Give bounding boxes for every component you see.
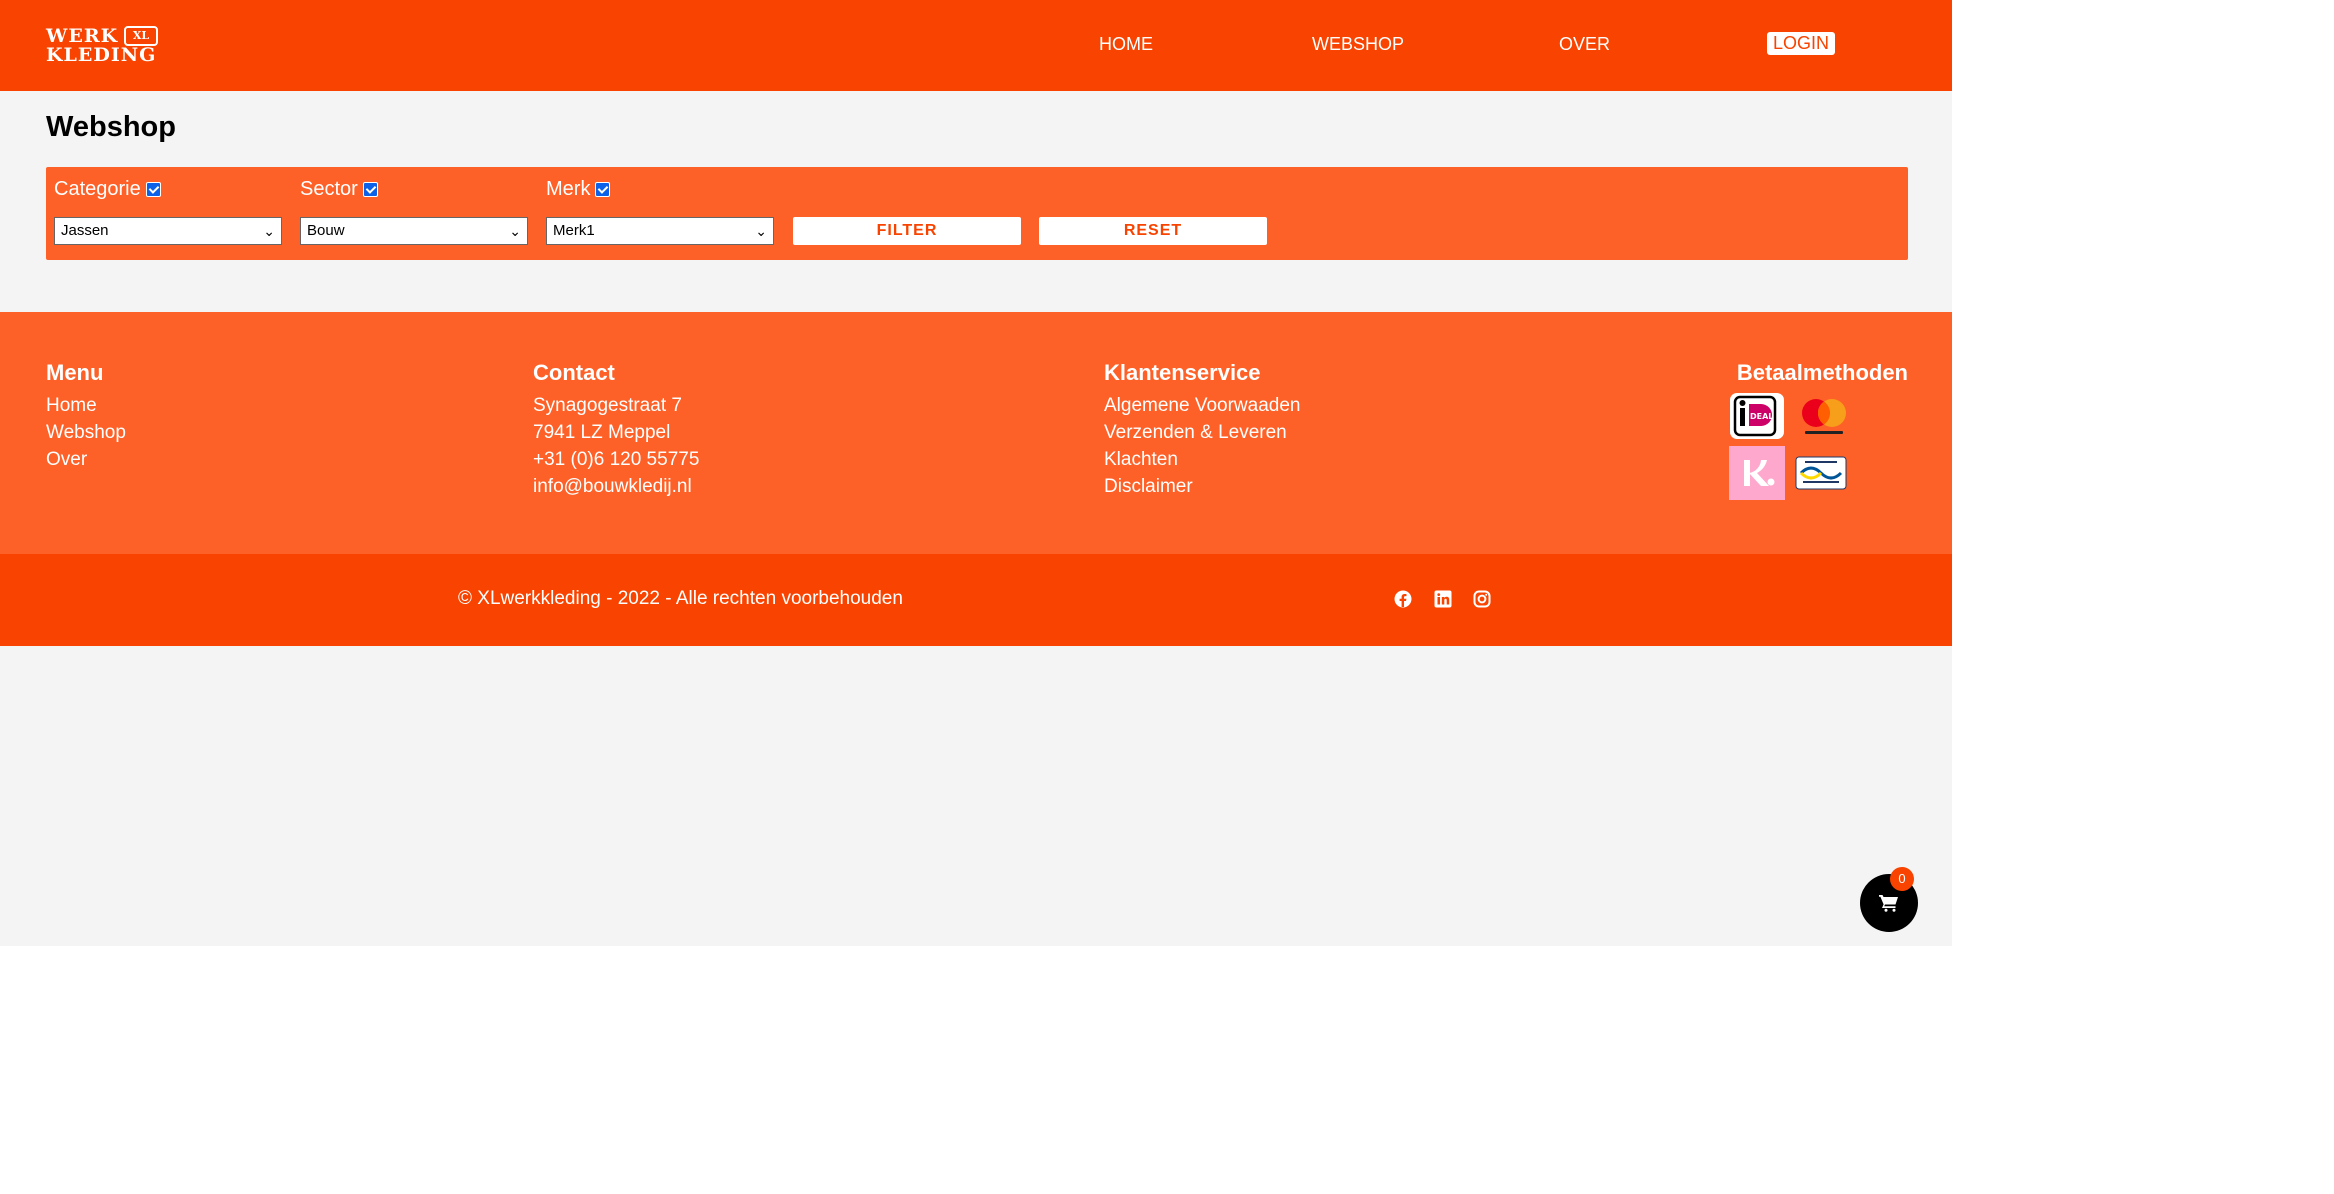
cart-count-badge: 0 (1890, 867, 1914, 891)
app-root: WERK XL KLEDING HOME WEBSHOP OVER LOGIN … (0, 0, 1952, 946)
mastercard-icon (1802, 399, 1846, 434)
footer-menu-title: Menu (46, 360, 104, 385)
footer-link-verzenden[interactable]: Verzenden & Leveren (1104, 419, 1300, 446)
filter-sector-text: Sector (300, 178, 358, 200)
footer-link-disclaimer[interactable]: Disclaimer (1104, 473, 1300, 500)
categorie-select[interactable]: Jassen ⌄ (54, 217, 282, 245)
logo-line-2: KLEDING (46, 44, 157, 66)
copyright-text: © XLwerkkleding - 2022 - Alle rechten vo… (458, 588, 903, 609)
footer-klantenservice-title: Klantenservice (1104, 360, 1261, 385)
bancontact-icon (1795, 456, 1847, 490)
nav-webshop-link[interactable]: WEBSHOP (1312, 34, 1404, 55)
contact-postcode: 7941 LZ Meppel (533, 422, 671, 443)
filter-categorie-label: Categorie (54, 178, 161, 201)
filter-categorie-checkbox[interactable] (145, 182, 161, 197)
nav-home-link[interactable]: HOME (1099, 34, 1153, 55)
footer-link-klachten[interactable]: Klachten (1104, 446, 1300, 473)
footer-betaalmethoden-title: Betaalmethoden (1736, 360, 1908, 385)
footer-betaalmethoden: Betaalmethoden DEAL (1721, 360, 1908, 500)
footer-link-over[interactable]: Over (46, 446, 126, 473)
chevron-down-icon: ⌄ (509, 223, 521, 239)
contact-email[interactable]: info@bouwkledij.nl (533, 473, 699, 500)
filter-merk-checkbox[interactable] (595, 182, 611, 197)
footer-menu: Menu Home Webshop Over (46, 360, 126, 473)
filter-sector-label: Sector (300, 178, 378, 201)
klarna-icon (1729, 446, 1785, 500)
merk-select-value: Merk1 (553, 222, 595, 239)
footer-klantenservice: Klantenservice Algemene Voorwaaden Verze… (1104, 360, 1300, 500)
footer-contact-title: Contact (533, 360, 615, 385)
reset-button[interactable]: RESET (1039, 217, 1267, 245)
categorie-select-value: Jassen (61, 222, 109, 239)
filter-merk-label: Merk (546, 178, 611, 201)
svg-text:DEAL: DEAL (1750, 412, 1773, 421)
site-footer: Menu Home Webshop Over Contact Synagoges… (0, 312, 1952, 554)
facebook-icon[interactable] (1394, 590, 1412, 608)
nav-over-link[interactable]: OVER (1559, 34, 1610, 55)
merk-select[interactable]: Merk1 ⌄ (546, 217, 774, 245)
contact-phone[interactable]: +31 (0)6 120 55775 (533, 446, 699, 473)
linkedin-icon[interactable] (1434, 590, 1452, 608)
chevron-down-icon: ⌄ (755, 223, 767, 239)
site-header: WERK XL KLEDING HOME WEBSHOP OVER LOGIN (0, 0, 1952, 91)
ideal-icon: DEAL (1730, 393, 1784, 439)
filter-sector-checkbox[interactable] (362, 182, 378, 197)
filter-button[interactable]: FILTER (793, 217, 1021, 245)
page-title: Webshop (46, 111, 176, 143)
sector-select[interactable]: Bouw ⌄ (300, 217, 528, 245)
filter-merk-text: Merk (546, 178, 591, 200)
footer-link-webshop[interactable]: Webshop (46, 419, 126, 446)
footer-link-home[interactable]: Home (46, 392, 126, 419)
footer-link-voorwaarden[interactable]: Algemene Voorwaaden (1104, 392, 1300, 419)
sector-select-value: Bouw (307, 222, 345, 239)
shopping-cart-icon (1879, 895, 1898, 912)
logo-badge: XL (124, 26, 158, 46)
logo-line-1: WERK (46, 25, 119, 47)
nav-login-button[interactable]: LOGIN (1767, 32, 1836, 55)
brand-logo[interactable]: WERK XL KLEDING (46, 24, 162, 66)
bottom-bar: © XLwerkkleding - 2022 - Alle rechten vo… (0, 554, 1952, 646)
filter-panel: Categorie Sector Merk Jassen ⌄ Bouw ⌄ Me… (46, 167, 1908, 260)
contact-address: Synagogestraat 7 (533, 395, 682, 416)
filter-categorie-text: Categorie (54, 178, 141, 200)
chevron-down-icon: ⌄ (263, 223, 275, 239)
footer-contact: Contact Synagogestraat 7 7941 LZ Meppel … (533, 360, 699, 500)
instagram-icon[interactable] (1473, 590, 1491, 608)
